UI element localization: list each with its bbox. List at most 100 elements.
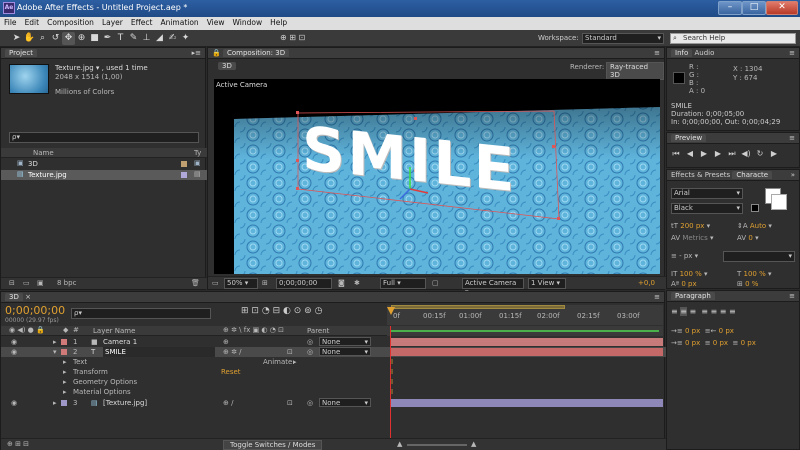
maximize-button[interactable]: □ [742,1,766,15]
panel-menu-icon[interactable]: ≡ [789,49,795,57]
stroke-width-value[interactable]: - px [679,252,692,260]
tab-timeline-3d[interactable]: 3D [5,293,23,301]
panel-menu-icon[interactable]: » [791,171,795,179]
list-item[interactable]: ▸ Material Options I [1,387,666,397]
layer-switches[interactable]: ⊕ [223,337,229,347]
align-center-icon[interactable]: ≡ [680,307,687,316]
workspace-select[interactable]: Standard ▾ [582,33,664,44]
brush-tool-icon[interactable]: ✎ [127,32,140,45]
selection-tool-icon[interactable]: ➤ [10,32,23,45]
layer-duration-bar[interactable] [391,338,663,346]
trash-icon[interactable]: 🗑 [191,279,200,287]
list-item[interactable]: ▣ 3D ▣ [1,159,207,169]
tab-audio[interactable]: Audio [694,49,714,57]
comp-viewer[interactable]: SMILE Active Camera [214,79,660,274]
table-row[interactable]: ◉ ▸ 3 ▤ [Texture.jpg] ⊕ / ⊡ ◎ None ▾ [1,398,666,408]
collapse-icon[interactable]: ▾ [53,347,57,357]
panel-menu-icon[interactable]: ▸≡ [192,49,201,57]
playhead-line[interactable] [390,326,391,438]
pen-tool-icon[interactable]: ✒ [101,32,114,45]
channel-icon[interactable]: ✱ [354,279,360,287]
expand-icon[interactable]: ▸ [63,387,67,397]
last-frame-icon[interactable]: ⏭ [725,149,739,159]
tab-project[interactable]: Project [5,49,37,57]
justify-all-icon[interactable]: ≡ [729,307,736,316]
col-parent[interactable]: Parent [307,327,329,335]
loop-icon[interactable]: ↻ [753,149,767,158]
align-left-icon[interactable]: ≡ [671,307,678,316]
vscale-value[interactable]: 100 % [680,270,702,278]
property-group[interactable]: Geometry Options [73,377,137,387]
expand-icon[interactable]: ▸ [63,357,67,367]
align-right-icon[interactable]: ≡ [690,307,697,316]
resolution-select[interactable]: Full ▾ [380,278,426,289]
expand-icon[interactable]: ▸ [63,377,67,387]
timeline-search-input[interactable]: ρ▾ [71,308,211,319]
bpc-label[interactable]: 8 bpc [57,279,76,287]
roto-tool-icon[interactable]: ✍ [166,32,179,45]
draft-3d-icon[interactable]: ⊡ [251,306,259,316]
property-group[interactable]: Transform [73,367,108,377]
tsume-value[interactable]: 0 % [745,280,758,288]
stroke-swatch[interactable] [771,194,787,210]
visibility-icon[interactable]: ◉ [11,398,17,408]
font-style-select[interactable]: Black ▾ [671,203,743,214]
zoom-out-icon[interactable]: ▲ [397,440,402,448]
tracking-value[interactable]: 0 [748,234,752,242]
zoom-in-icon[interactable]: ▲ [471,440,476,448]
tab-effects-presets[interactable]: Effects & Presets [671,171,730,179]
time-ruler[interactable]: 0f 00:15f 01:00f 01:15f 02:00f 02:15f 03… [387,305,663,325]
eraser-tool-icon[interactable]: ◢ [153,32,166,45]
search-help-field[interactable]: ⌕ Search Help [670,33,796,44]
reset-link[interactable]: Reset [221,367,241,377]
rectangle-tool-icon[interactable]: ■ [88,32,101,45]
exposure-value[interactable]: +0,0 [638,279,655,287]
stroke-color-swatch[interactable] [751,204,759,212]
label-color-swatch[interactable] [61,349,67,355]
layer-duration-bar[interactable] [391,399,663,407]
expand-icon[interactable]: ▸ [53,337,57,347]
next-frame-icon[interactable]: ▶ [711,149,725,158]
layer-switches[interactable]: ⊕ ✲ / [223,347,242,357]
views-select[interactable]: 1 View ▾ [528,278,566,289]
first-line-value[interactable]: 0 px [685,339,700,347]
new-comp-icon[interactable]: ▣ [37,279,44,287]
menu-view[interactable]: View [203,17,229,27]
zoom-select[interactable]: 50% ▾ [224,278,258,289]
hscale-value[interactable]: 100 % [744,270,766,278]
pan-behind-tool-icon[interactable]: ⊕ [75,32,88,45]
parent-pick-icon[interactable]: ◎ [307,337,313,347]
label-color-swatch[interactable] [181,161,187,167]
tab-composition[interactable]: Composition: 3D [222,49,290,57]
work-area-bar[interactable] [391,305,565,309]
menu-help[interactable]: Help [266,17,291,27]
table-row[interactable]: ◉ ▾ 2 T SMILE ⊕ ✲ / ⊡ ◎ None ▾ [1,347,666,357]
space-before-value[interactable]: 0 px [713,339,728,347]
layer-switches[interactable]: ⊕ / [223,398,233,408]
col-name[interactable]: Name [33,149,54,157]
first-frame-icon[interactable]: ⏮ [669,149,683,159]
shy-icon[interactable]: ◔ [262,306,270,316]
layer-name[interactable]: Camera 1 [103,337,137,347]
close-button[interactable]: ✕ [766,1,798,15]
ram-preview-icon[interactable]: ▶ [767,149,781,158]
menu-effect[interactable]: Effect [127,17,157,27]
justify-right-icon[interactable]: ≡ [720,307,727,316]
menu-composition[interactable]: Composition [43,17,98,27]
tab-preview[interactable]: Preview [671,134,707,142]
frame-blending-icon[interactable]: ⊟ [273,306,281,316]
close-icon[interactable]: × [25,293,31,301]
justify-center-icon[interactable]: ≡ [711,307,718,316]
leading-value[interactable]: Auto [750,222,766,230]
visibility-icon[interactable]: ◉ [11,347,17,357]
brainstorm-icon[interactable]: ⊚ [304,306,312,316]
3d-layer-icon[interactable]: ⊡ [287,347,293,357]
menu-animation[interactable]: Animation [156,17,202,27]
motion-blur-icon[interactable]: ◐ [283,306,291,316]
indent-right-value[interactable]: 0 px [719,327,734,335]
comp-timecode[interactable]: 0;00;00;00 [276,278,332,289]
rotate-tool-icon[interactable]: ↺ [49,32,62,45]
expand-panes-icons[interactable]: ⊕ ⊞ ⊟ [7,440,29,448]
parent-select[interactable]: None ▾ [319,337,371,346]
comp-tab-3d[interactable]: 3D [218,62,236,70]
